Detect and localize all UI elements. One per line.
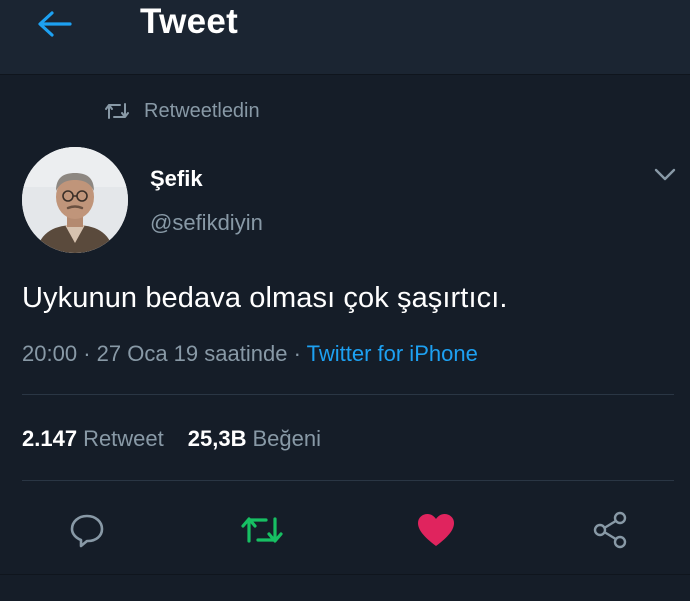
tweet-text: Uykunun bedava olması çok şaşırtıcı. [22, 282, 508, 314]
author-handle[interactable]: @sefikdiyin [150, 210, 263, 236]
divider [22, 394, 674, 395]
author-name[interactable]: Şefik [150, 166, 203, 192]
retweet-icon [105, 103, 129, 119]
tweet-date: 27 Oca 19 saatinde [96, 341, 288, 366]
like-count-link[interactable]: 25,3B Beğeni [188, 426, 321, 452]
tweet-time: 20:00 [22, 341, 78, 366]
tweet-options-button[interactable] [650, 164, 680, 186]
like-count-label: Beğeni [252, 426, 322, 451]
reply-icon [70, 514, 104, 548]
retweet-count-label: Retweet [83, 426, 164, 451]
meta-separator: · [293, 341, 301, 366]
retweet-context: Retweetledin [104, 98, 260, 124]
divider [0, 574, 690, 575]
arrow-left-icon [38, 11, 72, 37]
chevron-down-icon [654, 168, 676, 181]
meta-separator: · [83, 341, 91, 366]
retweet-count-link[interactable]: 2.147 Retweet [22, 426, 164, 452]
tweet-detail: Retweetledin Şefik @sefikdiyin Uykunun b… [0, 76, 690, 601]
retweet-button[interactable] [240, 508, 284, 552]
tweet-source-link[interactable]: Twitter for iPhone [307, 341, 478, 366]
share-button[interactable] [588, 508, 632, 552]
reply-button[interactable] [65, 508, 109, 552]
divider [22, 480, 674, 481]
avatar[interactable] [22, 147, 128, 253]
page-title: Tweet [140, 2, 239, 41]
user-avatar [22, 147, 128, 253]
retweet-context-label: Retweetledin [144, 99, 260, 122]
tweet-meta: 20:00 · 27 Oca 19 saatinde · Twitter for… [22, 341, 478, 367]
heart-icon [418, 514, 454, 546]
share-icon [593, 511, 627, 549]
retweet-count: 2.147 [22, 426, 78, 451]
like-count: 25,3B [187, 426, 247, 451]
tweet-stats: 2.147 Retweet 25,3B Beğeni [22, 426, 321, 452]
top-bar: Tweet [0, 0, 690, 75]
retweet-icon [241, 517, 283, 543]
like-button[interactable] [414, 508, 458, 552]
back-button[interactable] [30, 6, 78, 42]
